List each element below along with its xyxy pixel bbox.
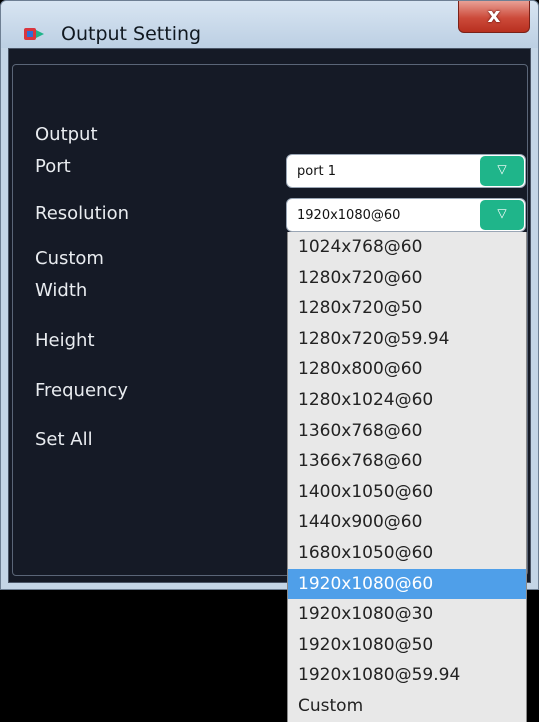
- resolution-option[interactable]: 1280x1024@60: [288, 385, 526, 416]
- resolution-option[interactable]: 1920x1080@50: [288, 630, 526, 661]
- custom-label: Custom: [35, 248, 104, 269]
- set-all-label: Set All: [35, 429, 93, 450]
- resolution-select-value: 1920x1080@60: [297, 208, 401, 223]
- resolution-option[interactable]: 1440x900@60: [288, 507, 526, 538]
- app-icon: [24, 28, 44, 40]
- port-label: Port: [35, 156, 71, 177]
- resolution-option[interactable]: 1920x1080@59.94: [288, 660, 526, 691]
- resolution-option[interactable]: 1280x720@60: [288, 263, 526, 294]
- resolution-select[interactable]: 1920x1080@60 ▽: [286, 198, 526, 232]
- title-bar[interactable]: Output Setting x: [1, 1, 538, 48]
- resolution-option-custom[interactable]: Custom: [288, 691, 526, 722]
- resolution-option[interactable]: 1024x768@60: [288, 232, 526, 263]
- resolution-option[interactable]: 1280x800@60: [288, 354, 526, 385]
- chevron-down-icon: ▽: [497, 206, 507, 220]
- chevron-down-icon: ▽: [497, 162, 507, 176]
- port-select-value: port 1: [297, 164, 337, 179]
- resolution-option[interactable]: 1360x768@60: [288, 416, 526, 447]
- window-title: Output Setting: [61, 23, 202, 45]
- frequency-label: Frequency: [35, 380, 128, 401]
- width-label: Width: [35, 280, 88, 301]
- resolution-option[interactable]: 1680x1050@60: [288, 538, 526, 569]
- resolution-dropdown-list[interactable]: 1024x768@60 1280x720@60 1280x720@50 1280…: [287, 232, 527, 722]
- resolution-label: Resolution: [35, 203, 130, 224]
- resolution-option[interactable]: 1280x720@50: [288, 293, 526, 324]
- resolution-option[interactable]: 1280x720@59.94: [288, 324, 526, 355]
- resolution-option[interactable]: 1366x768@60: [288, 446, 526, 477]
- output-label: Output: [35, 124, 98, 145]
- resolution-option-selected[interactable]: 1920x1080@60: [288, 568, 526, 600]
- height-label: Height: [35, 330, 95, 351]
- port-dropdown-button[interactable]: ▽: [480, 156, 524, 186]
- close-icon: x: [487, 3, 501, 27]
- close-button[interactable]: x: [458, 1, 530, 33]
- port-select[interactable]: port 1 ▽: [286, 154, 526, 188]
- resolution-option[interactable]: 1920x1080@30: [288, 599, 526, 630]
- resolution-option[interactable]: 1400x1050@60: [288, 477, 526, 508]
- resolution-dropdown-button[interactable]: ▽: [480, 200, 524, 230]
